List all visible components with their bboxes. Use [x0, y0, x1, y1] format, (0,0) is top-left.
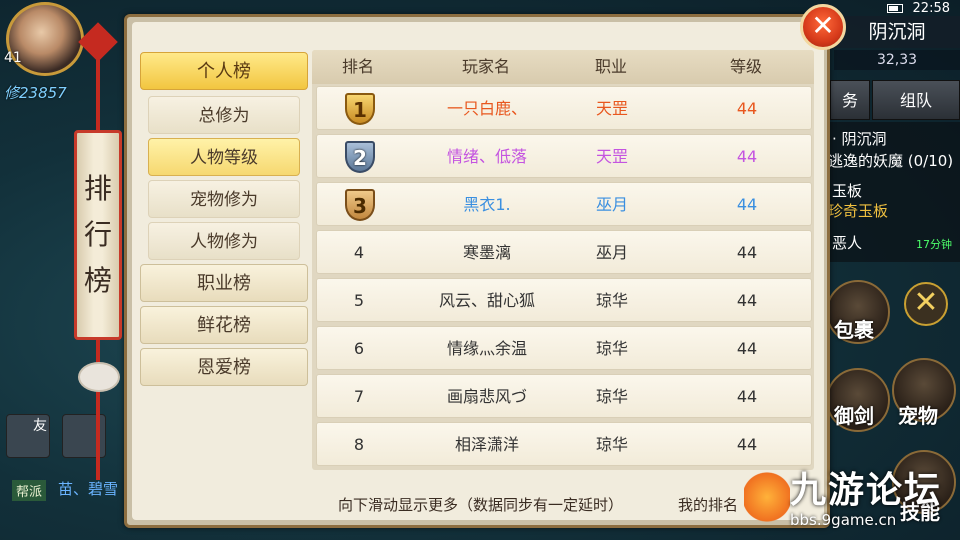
table-row[interactable]: 4 寒墨漓 巫月 44 [316, 230, 812, 274]
player-name: 相泽潇洋 [454, 435, 519, 454]
player-name: 黑衣1. [463, 195, 511, 214]
tab-flower-ranking[interactable]: 鲜花榜 [140, 306, 308, 344]
table-header: 排名 玩家名 职业 等级 [312, 50, 814, 84]
watermark-url: bbs.9game.cn [790, 511, 897, 529]
table-row[interactable]: 1 一只白鹿、 天罡 44 [316, 86, 812, 130]
rank-medal-icon: 3 [345, 189, 375, 221]
table-row[interactable]: 5 风云、甜心狐 琼华 44 [316, 278, 812, 322]
cord-decoration [96, 60, 100, 130]
title-char: 行 [83, 218, 112, 251]
player-name: 寒墨漓 [462, 243, 511, 262]
player-level: 44 [736, 435, 758, 454]
player-level: 44 [736, 147, 758, 166]
header-level: 等级 [729, 57, 762, 76]
sword-label: 御剑 [834, 404, 874, 428]
header-rank: 排名 [341, 57, 374, 76]
player-class: 巫月 [595, 195, 628, 214]
rank-number: 4 [353, 243, 365, 262]
table-row[interactable]: 7 画扇悲风づ 琼华 44 [316, 374, 812, 418]
tab-class-ranking[interactable]: 职业榜 [140, 264, 308, 302]
player-class: 巫月 [595, 243, 628, 262]
rank-medal-icon: 2 [345, 141, 375, 173]
tab-personal-ranking[interactable]: 个人榜 [140, 52, 308, 90]
player-level: 44 [736, 291, 758, 310]
subtab-character-cultivation[interactable]: 人物修为 [148, 222, 300, 260]
player-level: 44 [736, 243, 758, 262]
close-button[interactable]: ✕ [800, 4, 846, 50]
guild-tag[interactable]: 帮派 [12, 480, 47, 501]
title-char: 榜 [83, 264, 112, 297]
guild-chat-text: 苗、碧雪 [58, 480, 119, 498]
chinese-knot-icon [78, 22, 118, 62]
rank-number: 5 [353, 291, 365, 310]
header-player-name: 玩家名 [461, 57, 510, 76]
table-row[interactable]: 6 情缘灬余温 琼华 44 [316, 326, 812, 370]
table-row[interactable]: 3 黑衣1. 巫月 44 [316, 182, 812, 226]
subtab-character-level[interactable]: 人物等级 [148, 138, 300, 176]
tab-couple-ranking[interactable]: 恩爱榜 [140, 348, 308, 386]
friend-label: 友 [33, 418, 47, 434]
quest-timer: 17分钟 [916, 238, 952, 251]
table-row[interactable]: 8 相泽潇洋 琼华 44 [316, 422, 812, 466]
pet-label: 宠物 [898, 404, 938, 428]
mascot-icon [744, 470, 790, 530]
tab-task[interactable]: 务 [830, 80, 870, 120]
player-level: 44 [736, 387, 758, 406]
player-class: 天罡 [595, 147, 628, 166]
friend-button[interactable]: 友 [6, 414, 50, 458]
quest-line[interactable]: 玉板 [832, 180, 862, 201]
player-name: 情缘灬余温 [446, 339, 527, 358]
quest-line[interactable]: 珍奇玉板 [828, 200, 888, 221]
player-level: 44 [736, 339, 758, 358]
forum-watermark: 九游论坛 bbs.9game.cn [744, 470, 942, 530]
watermark-title: 九游论坛 [790, 470, 943, 511]
close-hud-icon[interactable]: ✕ [904, 282, 948, 326]
my-rank[interactable]: 我的排名 [678, 494, 738, 515]
rank-number: 7 [353, 387, 365, 406]
player-level: 44 [736, 99, 758, 118]
player-class: 琼华 [595, 339, 628, 358]
status-bar: 22:58 [886, 0, 950, 16]
player-name: 一只白鹿、 [446, 99, 527, 118]
quest-line[interactable]: 恶人 [832, 232, 862, 253]
cloud-ornament-icon [78, 362, 120, 392]
subtab-pet-cultivation[interactable]: 宠物修为 [148, 180, 300, 218]
map-coords: 32,33 [834, 50, 960, 70]
player-name: 风云、甜心狐 [438, 291, 535, 310]
table-row[interactable]: 2 情绪、低落 天罡 44 [316, 134, 812, 178]
scroll-hint: 向下滑动显示更多（数据同步有一定延时） [338, 496, 624, 514]
cord-decoration [96, 340, 100, 480]
player-class: 琼华 [595, 435, 628, 454]
rank-number: 6 [353, 339, 365, 358]
player-level: 44 [736, 195, 758, 214]
ranking-table[interactable]: 排名 玩家名 职业 等级 1 一只白鹿、 天罡 44 2 情绪、低落 天罡 44 3 黑衣1. 巫月… [312, 50, 814, 470]
player-name: 画扇悲风づ [446, 387, 527, 406]
player-level: 41 [4, 50, 22, 66]
map-name[interactable]: 阴沉洞 [834, 16, 960, 48]
quest-line[interactable]: 逃逸的妖魔 (0/10) [828, 150, 953, 171]
clock: 22:58 [912, 0, 950, 16]
player-class: 琼华 [595, 291, 628, 310]
player-name: 情绪、低落 [446, 147, 527, 166]
header-class: 职业 [594, 57, 627, 76]
tab-team[interactable]: 组队 [872, 80, 960, 120]
battery-icon [886, 3, 903, 13]
rank-number: 8 [353, 435, 365, 454]
quest-line[interactable]: · 阴沉洞 [832, 128, 887, 149]
title-char: 排 [83, 172, 112, 205]
rank-medal-icon: 1 [345, 93, 375, 125]
ranking-title-scroll: 排 行 榜 [74, 130, 122, 340]
subtab-total-cultivation[interactable]: 总修为 [148, 96, 300, 134]
player-class: 天罡 [595, 99, 628, 118]
player-class: 琼华 [595, 387, 628, 406]
player-power: 修23857 [4, 84, 67, 102]
bag-label: 包裹 [834, 318, 874, 342]
